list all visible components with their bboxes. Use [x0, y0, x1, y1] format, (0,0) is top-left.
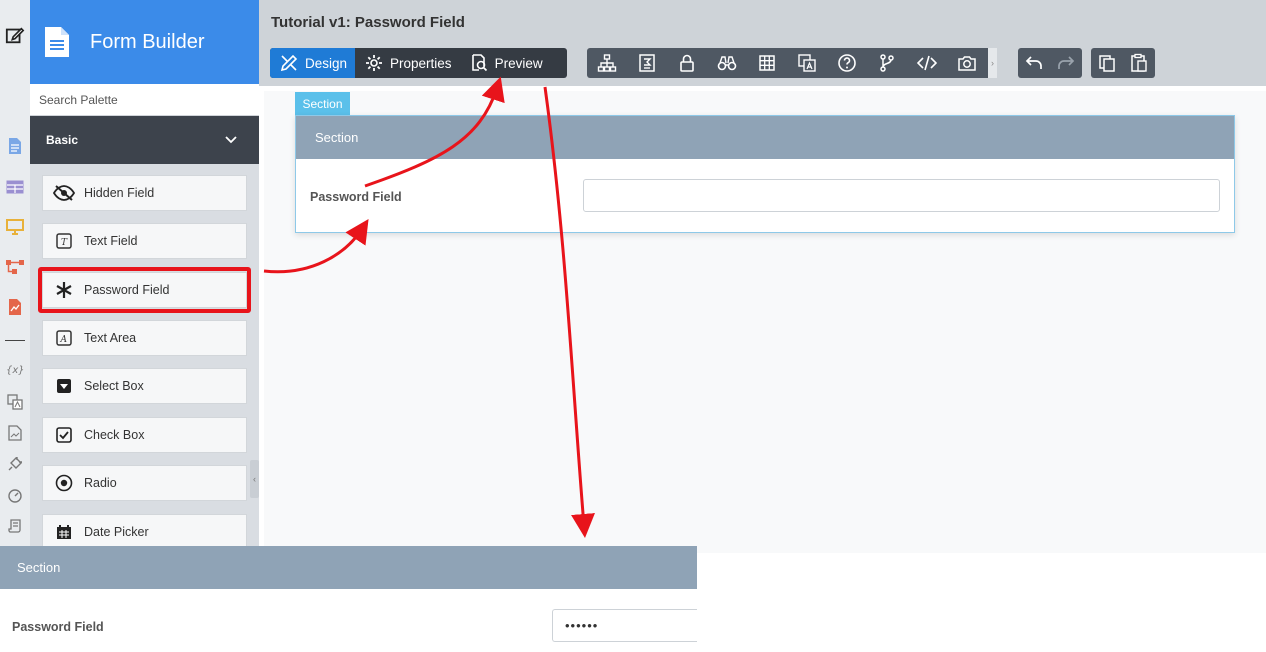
table-icon: [759, 55, 775, 71]
translate-icon[interactable]: [5, 392, 25, 412]
eye-slash-icon: [53, 182, 75, 204]
preview-search-icon: [471, 54, 487, 72]
form-settings-icon: [639, 54, 655, 72]
palette-item-label: Text Field: [84, 234, 138, 248]
palette-brand: Form Builder: [30, 0, 259, 84]
document-icon: [45, 27, 69, 57]
page-title: Tutorial v1: Password Field: [271, 14, 465, 31]
palette-item-label: Select Box: [84, 379, 144, 393]
form-settings-button[interactable]: [627, 48, 667, 78]
preview-field-label: Password Field: [12, 620, 104, 634]
code-icon: [917, 55, 937, 71]
text-field-icon: T: [53, 230, 75, 252]
palette-item-select-box[interactable]: Select Box: [42, 368, 247, 404]
help-button[interactable]: [827, 48, 867, 78]
translate-icon: [798, 54, 816, 72]
palette-item-label: Text Area: [84, 331, 137, 345]
palette-item-check-box[interactable]: Check Box: [42, 417, 247, 453]
svg-text:A: A: [60, 335, 68, 345]
palette-item-label: Date Picker: [84, 525, 149, 539]
logs-icon[interactable]: [5, 516, 25, 536]
rail-divider: [5, 340, 25, 341]
palette-collapse-handle[interactable]: ‹: [250, 460, 259, 498]
copy-icon: [1099, 55, 1115, 72]
paste-icon: [1131, 53, 1147, 72]
process-icon[interactable]: [5, 257, 25, 277]
plugin-icon[interactable]: [5, 454, 25, 474]
svg-text:T: T: [61, 238, 68, 248]
history-toolbar: [1018, 48, 1082, 78]
undo-button[interactable]: [1018, 48, 1050, 78]
builder-toolbar: [587, 48, 997, 78]
mode-switcher: Design Properties Preview: [270, 48, 567, 78]
paste-button[interactable]: [1123, 48, 1155, 78]
palette-title: Form Builder: [90, 30, 205, 53]
tab-preview-label: Preview: [494, 55, 543, 71]
report-icon[interactable]: [5, 297, 25, 317]
sitemap-icon: [597, 54, 617, 72]
performance-icon[interactable]: [5, 485, 25, 505]
tree-view-button[interactable]: [587, 48, 627, 78]
palette-item-hidden-field[interactable]: Hidden Field: [42, 175, 247, 211]
text-area-icon: A: [53, 327, 75, 349]
palette-item-date-picker[interactable]: Date Picker: [42, 514, 247, 550]
translate-button[interactable]: [787, 48, 827, 78]
form-icon[interactable]: [5, 136, 25, 156]
userview-icon[interactable]: [5, 217, 25, 237]
palette-item-label: Check Box: [84, 428, 145, 442]
edit-form-icon[interactable]: [5, 25, 25, 45]
tab-design[interactable]: Design: [270, 48, 356, 78]
section-header: Section: [296, 116, 1234, 159]
palette-item-label: Hidden Field: [84, 186, 155, 200]
datalist-icon[interactable]: [5, 177, 25, 197]
redo-button[interactable]: [1050, 48, 1082, 78]
palette-item-text-field[interactable]: T Text Field: [42, 223, 247, 259]
screenshot-button[interactable]: [947, 48, 987, 78]
section-tab[interactable]: Section: [295, 92, 350, 115]
tab-properties[interactable]: Properties: [355, 48, 460, 78]
palette-group-label: Basic: [46, 133, 79, 147]
grid-button[interactable]: [747, 48, 787, 78]
preview-result: Section Password Field ••••••: [0, 546, 697, 652]
annotation-highlight-box: [38, 267, 251, 313]
palette-item-label: Radio: [84, 476, 117, 490]
svg-text:{x}: {x}: [6, 365, 24, 376]
tab-properties-label: Properties: [390, 55, 452, 71]
code-view-button[interactable]: [907, 48, 947, 78]
copy-button[interactable]: [1091, 48, 1123, 78]
view-button[interactable]: [707, 48, 747, 78]
permission-button[interactable]: [667, 48, 707, 78]
palette-item-radio[interactable]: Radio: [42, 465, 247, 501]
radio-icon: [53, 472, 75, 494]
chevron-down-icon: [225, 136, 237, 144]
select-box-icon: [53, 375, 75, 397]
calendar-icon: [53, 521, 75, 543]
clipboard-toolbar: [1091, 48, 1155, 78]
resource-icon[interactable]: [5, 423, 25, 443]
toolbar-scroll-right-icon[interactable]: ›: [988, 48, 997, 78]
preview-password-input[interactable]: ••••••: [552, 609, 697, 642]
binoculars-icon: [717, 56, 737, 71]
password-field-input[interactable]: [583, 179, 1220, 212]
redo-icon: [1058, 56, 1075, 69]
variables-icon[interactable]: {x}: [5, 359, 25, 379]
question-circle-icon: [838, 54, 856, 72]
checkbox-icon: [53, 424, 75, 446]
palette-group-header[interactable]: Basic: [30, 116, 259, 164]
design-tools-icon: [280, 54, 298, 72]
palette-item-text-area[interactable]: A Text Area: [42, 320, 247, 356]
search-palette-input[interactable]: [30, 84, 259, 116]
canvas-section[interactable]: Section Password Field: [295, 115, 1235, 233]
field-label: Password Field: [310, 190, 402, 204]
tab-preview[interactable]: Preview: [460, 48, 551, 78]
builder-header: Tutorial v1: Password Field Design Prope…: [259, 0, 1266, 86]
gear-icon: [366, 55, 383, 71]
versions-button[interactable]: [867, 48, 907, 78]
tab-design-label: Design: [305, 55, 348, 71]
undo-icon: [1025, 56, 1042, 69]
camera-icon: [958, 56, 976, 71]
lock-icon: [680, 54, 694, 72]
preview-section-header: Section: [0, 546, 697, 589]
code-branch-icon: [880, 54, 894, 72]
